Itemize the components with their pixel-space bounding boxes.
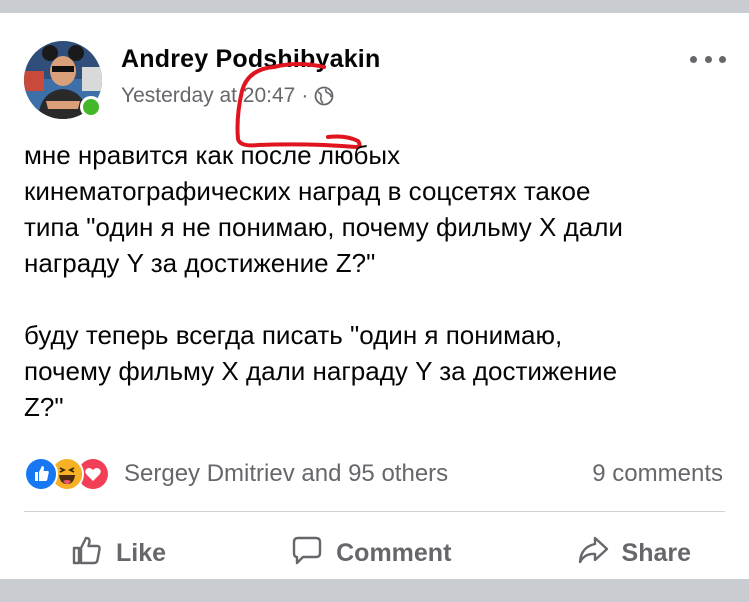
post-paragraph: мне нравится как после любых кинематогра…: [24, 140, 623, 278]
globe-icon: [314, 86, 334, 106]
post-timestamp[interactable]: Yesterday at 20:47: [121, 84, 295, 108]
online-status-dot: [80, 96, 102, 118]
meta-separator: ·: [301, 84, 309, 107]
comment-label: Comment: [336, 538, 452, 567]
reactions-text[interactable]: Sergey Dmitriev and 95 others: [124, 460, 448, 488]
post-meta: Yesterday at 20:47 ·: [121, 84, 334, 108]
reactions-summary[interactable]: Sergey Dmitriev and 95 others: [24, 457, 448, 491]
divider: [24, 511, 725, 512]
comments-count[interactable]: 9 comments: [592, 460, 723, 488]
share-label: Share: [621, 538, 691, 567]
post-text: мне нравится как после любых кинематогра…: [24, 137, 724, 425]
thumbs-up-icon: [70, 533, 104, 574]
author-name[interactable]: Andrey Podshibyakin: [121, 45, 380, 74]
like-label: Like: [116, 538, 167, 567]
post-card: Andrey Podshibyakin Yesterday at 20:47 ·…: [0, 13, 749, 579]
post-paragraph: буду теперь всегда писать "один я понима…: [24, 320, 618, 422]
action-bar: Like Comment Share: [24, 531, 725, 575]
share-button[interactable]: Share: [576, 533, 691, 574]
like-icon: [24, 457, 58, 491]
share-icon: [576, 533, 610, 574]
more-options-icon[interactable]: [690, 49, 726, 69]
comment-icon: [290, 533, 324, 574]
comment-button[interactable]: Comment: [290, 533, 451, 574]
like-button[interactable]: Like: [70, 533, 166, 574]
